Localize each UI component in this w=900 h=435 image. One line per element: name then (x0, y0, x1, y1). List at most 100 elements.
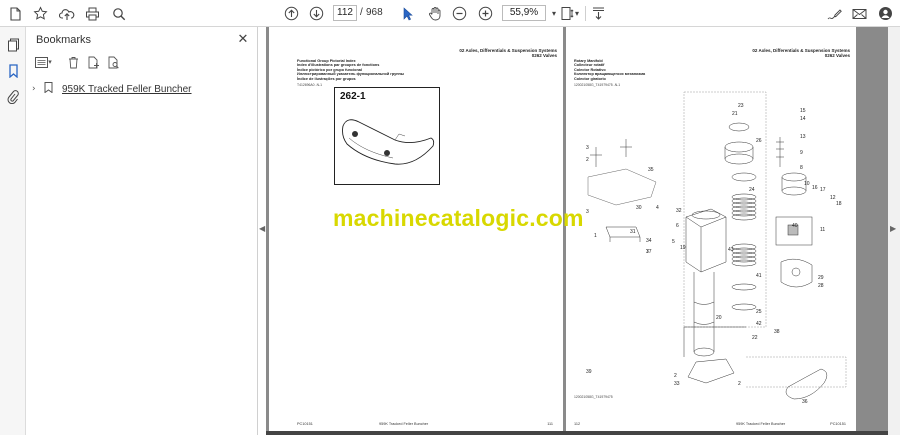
bookmarks-panel-title: Bookmarks (36, 34, 92, 46)
toolbar-divider (585, 6, 586, 21)
figure-reference: T412696A0 -N-1 (297, 83, 323, 87)
bookmark-icon (44, 82, 58, 96)
delete-bookmark-icon[interactable] (64, 53, 82, 71)
bookmark-item-label: 959K Tracked Feller Buncher (62, 83, 192, 95)
callout-label: 24 (749, 187, 755, 193)
watermark-text: machinecatalogic.com (333, 205, 584, 231)
callout-label: 26 (756, 138, 762, 144)
toolbar: 112 / 968 55,9% ▾ ▾ (0, 0, 900, 27)
callout-label: 16 (812, 185, 818, 191)
navigation-rail (0, 27, 26, 435)
page-header-left: Functional Group Pictorial Index Index d… (297, 59, 404, 81)
callout-label: 3 (586, 145, 589, 151)
upload-icon[interactable] (56, 3, 77, 24)
search-icon[interactable] (108, 3, 129, 24)
callout-label: 22 (752, 335, 758, 341)
sign-pen-icon[interactable] (823, 3, 844, 24)
close-icon[interactable]: ✕ (234, 30, 252, 48)
hand-tool-icon[interactable] (424, 3, 445, 24)
page-header-left: Rotary Manifold Collecteur rotatif Colec… (574, 59, 645, 81)
callout-label: 13 (800, 134, 806, 140)
header-line: Índice de ilustrações por grupos (297, 76, 356, 81)
header-line: Коллектор вращающегося механизма (574, 72, 646, 77)
zoom-level-select[interactable]: 55,9% (502, 5, 546, 21)
figure-thumbnail-box: 262-1 (334, 87, 440, 185)
callout-label: 2 (586, 157, 589, 163)
callout-label: 29 (818, 275, 824, 281)
callout-numbers: 23 21 26 15 14 13 9 8 3 2 1 24 35 3 10 1… (586, 103, 842, 405)
account-icon[interactable] (875, 3, 896, 24)
header-line: Colector giratorio (574, 76, 606, 81)
callout-label: 1 (594, 233, 597, 239)
mail-icon[interactable] (849, 3, 870, 24)
callout-label: 25 (756, 309, 762, 315)
header-subsection-title: 0262 Valves (531, 53, 557, 58)
callout-label: 37 (646, 249, 652, 255)
page-footer-left: 112 (574, 422, 581, 426)
valve-plate-drawing (342, 119, 435, 165)
callout-label: 19 (680, 245, 686, 251)
header-subsection-title: 0262 Valves (824, 53, 850, 58)
save-icon[interactable] (4, 3, 25, 24)
sub-figure-reference: 120021058G_T41979475 (574, 395, 613, 399)
callout-label: 40 (792, 223, 798, 229)
bookmark-options-chevron-icon[interactable]: ▾ (46, 53, 54, 71)
callout-label: 23 (738, 103, 744, 109)
page-footer-center: 959K Tracked Feller Buncher (379, 422, 429, 426)
page-footer-right: 111 (547, 422, 553, 426)
page-thumbnails-icon[interactable] (3, 35, 23, 55)
page-header-right: 02 Axles, Differentials & Suspension Sys… (752, 48, 850, 58)
callout-label: 15 (800, 108, 806, 114)
callout-label: 43 (728, 247, 734, 253)
callout-label: 28 (818, 283, 824, 289)
collapse-right-panel-icon[interactable]: ▶ (890, 224, 896, 233)
attachments-paperclip-icon[interactable] (3, 87, 23, 107)
callout-label: 10 (804, 181, 810, 187)
find-bookmark-icon[interactable] (104, 53, 122, 71)
bookmark-star-icon[interactable] (30, 3, 51, 24)
callout-label: 14 (800, 116, 806, 122)
callout-label: 4 (656, 205, 659, 211)
bookmarks-panel-icon[interactable] (3, 61, 23, 81)
bookmarks-panel: Bookmarks ✕ ▾ › 959K Tracked Feller Bunc… (26, 27, 258, 435)
callout-label: 5 (672, 239, 675, 245)
page-separator: / (360, 7, 363, 18)
callout-label: 33 (674, 381, 680, 387)
page-down-icon[interactable] (306, 3, 327, 24)
callout-label: 38 (774, 329, 780, 335)
page-footer-center: 959K Tracked Feller Buncher (736, 422, 786, 426)
page-fit-chevron-icon[interactable]: ▾ (572, 3, 582, 24)
callout-label: 32 (676, 208, 682, 214)
zoom-out-icon[interactable] (449, 3, 470, 24)
new-bookmark-icon[interactable] (84, 53, 102, 71)
header-line: Иллюстрированный указатель функционально… (297, 72, 405, 77)
callout-label: 35 (648, 167, 654, 173)
page-footer-right: PC10151 (830, 422, 846, 426)
callout-label: 2 (674, 373, 677, 379)
print-icon[interactable] (82, 3, 103, 24)
callout-label: 3 (586, 209, 589, 215)
callout-label: 21 (732, 111, 738, 117)
callout-label: 41 (756, 273, 762, 279)
expand-chevron-icon[interactable]: › (32, 84, 42, 94)
page-footer-left: PC10151 (297, 422, 313, 426)
page-total: 968 (366, 7, 383, 18)
callout-label: 31 (630, 229, 636, 235)
scroll-mode-icon[interactable] (588, 3, 609, 24)
zoom-in-icon[interactable] (475, 3, 496, 24)
callout-label: 11 (820, 227, 825, 233)
bookmark-item[interactable]: › 959K Tracked Feller Buncher (32, 81, 192, 97)
callout-label: 2 (738, 381, 741, 387)
horizontal-scrollbar[interactable] (266, 431, 888, 435)
page-up-icon[interactable] (281, 3, 302, 24)
page-number-input[interactable]: 112 (333, 5, 357, 21)
collapse-left-panel-icon[interactable]: ◀ (259, 224, 265, 233)
callout-label: 18 (836, 201, 842, 207)
callout-label: 9 (800, 150, 803, 156)
pdf-page-right: 02 Axles, Differentials & Suspension Sys… (566, 27, 856, 431)
page-header-right: 02 Axles, Differentials & Suspension Sys… (459, 48, 557, 58)
rotary-manifold-exploded-diagram: 23 21 26 15 14 13 9 8 3 2 1 24 35 3 10 1… (586, 91, 847, 405)
select-cursor-icon[interactable] (397, 3, 418, 24)
callout-label: 20 (716, 315, 722, 321)
callout-label: 34 (646, 238, 652, 244)
